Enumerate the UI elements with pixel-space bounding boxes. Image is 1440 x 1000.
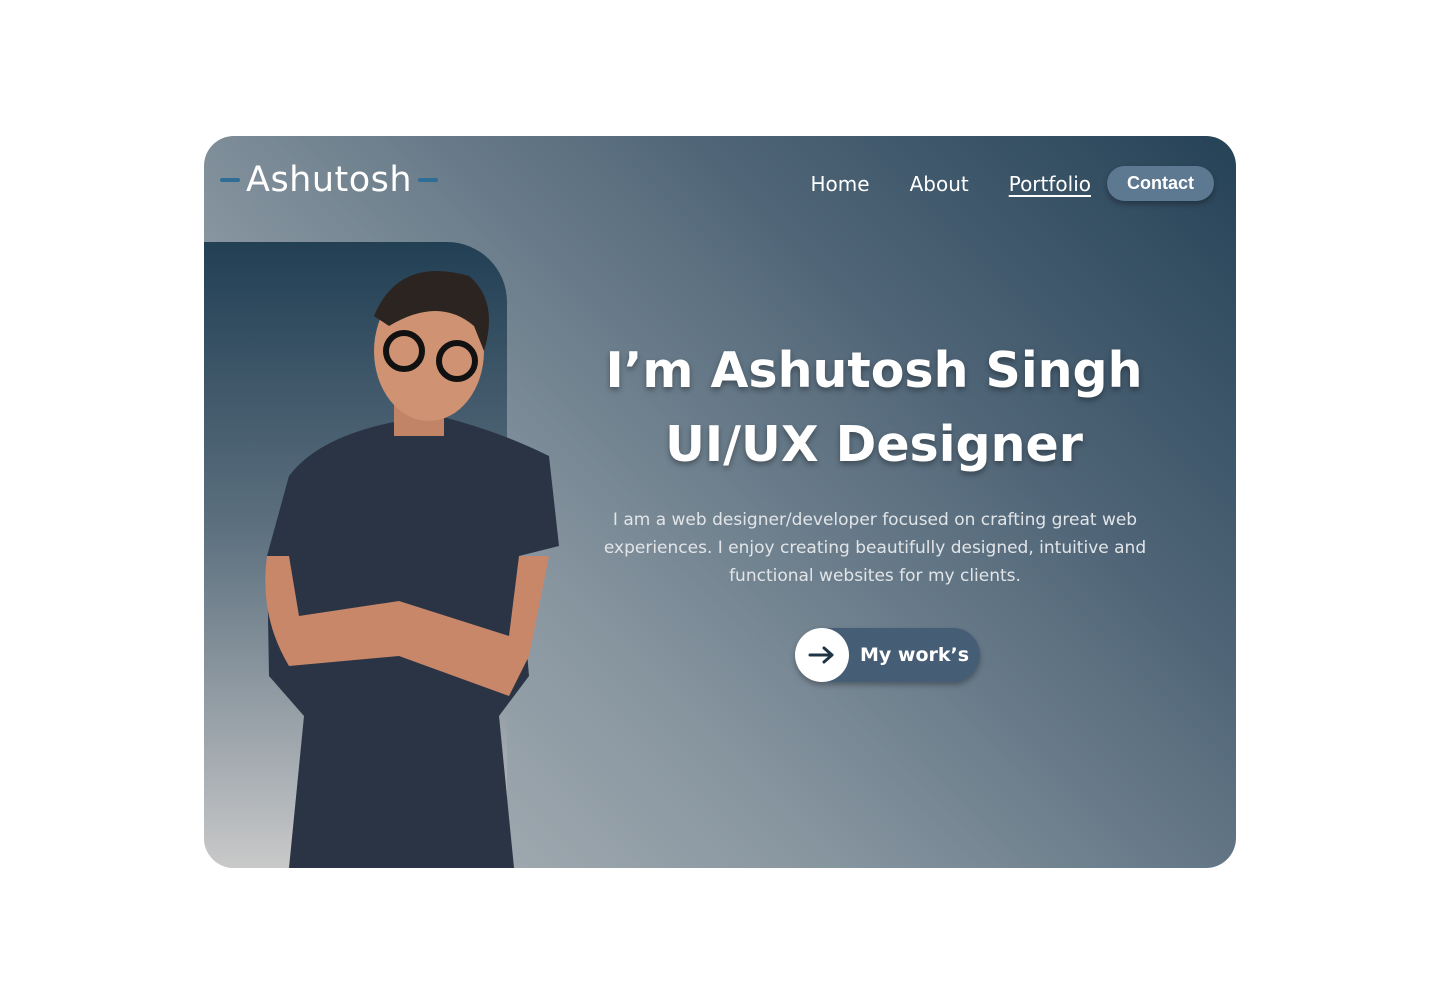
hero-title: I’m Ashutosh Singh UI/UX Designer xyxy=(604,334,1144,482)
top-nav: Home About Portfolio Contact xyxy=(811,166,1214,201)
logo-dash-right xyxy=(418,178,439,182)
hero-card: Ashutosh Home About Portfolio Contact I’… xyxy=(204,136,1236,868)
contact-button[interactable]: Contact xyxy=(1107,166,1214,201)
logo[interactable]: Ashutosh xyxy=(220,160,439,200)
my-works-label: My work’s xyxy=(860,644,970,666)
nav-portfolio[interactable]: Portfolio xyxy=(1009,172,1091,196)
arrow-right-icon xyxy=(795,628,849,682)
hero-description: I am a web designer/developer focused on… xyxy=(603,510,1147,586)
logo-dash-left xyxy=(220,178,240,182)
my-works-button[interactable]: My work’s xyxy=(795,628,980,682)
title-line-2: UI/UX Designer xyxy=(665,416,1083,473)
portrait-image xyxy=(265,271,559,868)
nav-about[interactable]: About xyxy=(910,172,969,196)
title-line-1: I’m Ashutosh Singh xyxy=(605,342,1143,399)
nav-home[interactable]: Home xyxy=(811,172,870,196)
